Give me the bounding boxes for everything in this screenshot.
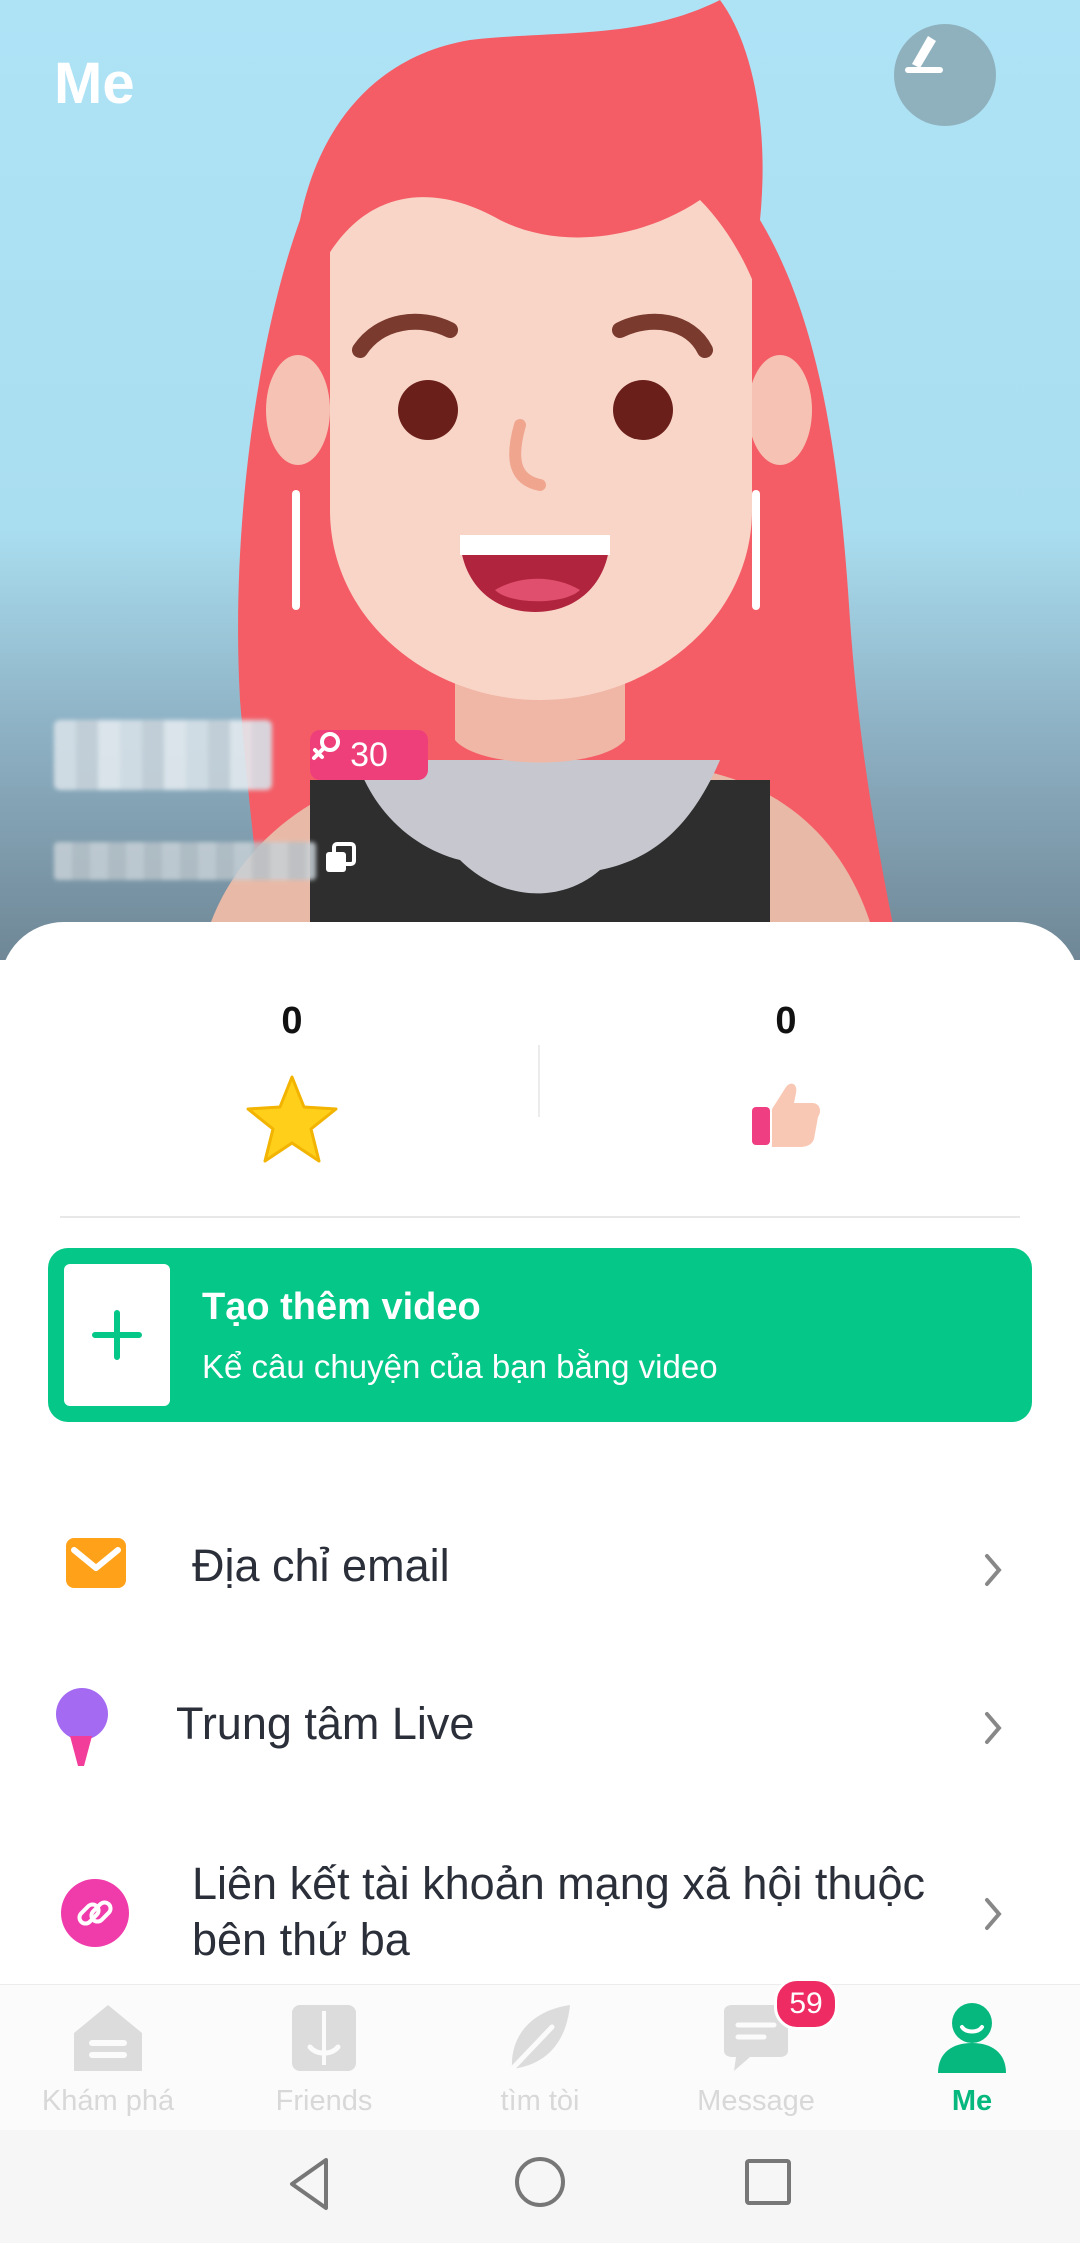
nav-label: tìm tòi (500, 2085, 580, 2117)
section-divider (60, 1216, 1020, 1218)
level-value: 30 (350, 735, 388, 774)
bottom-navigation: Khám phá Friends tìm tòi Message Me (0, 1984, 1080, 2131)
nav-label: Friends (275, 2085, 373, 2117)
stat-likes[interactable]: 0 (686, 1000, 886, 1158)
level-badge: 30 (310, 730, 428, 780)
add-video-box (64, 1264, 170, 1406)
menu-item-email[interactable]: Địa chỉ email (0, 1520, 1080, 1620)
menu-item-label-line1: Liên kết tài khoản mạng xã hội thuộc (192, 1858, 925, 1909)
nav-label: Khám phá (41, 2085, 175, 2117)
email-icon (66, 1538, 126, 1588)
menu-item-label-line2: bên thứ ba (192, 1914, 410, 1965)
nav-label: Message (697, 2085, 815, 2117)
message-badge: 59 (774, 1978, 838, 2030)
create-video-subtitle: Kể câu chuyện của bạn bằng video (202, 1348, 718, 1385)
chevron-right-icon (985, 1898, 1002, 1930)
stars-count: 0 (281, 1000, 303, 1042)
stat-stars[interactable]: 0 (192, 1000, 392, 1174)
menu-item-link-social[interactable]: Liên kết tài khoản mạng xã hội thuộc bên… (0, 1850, 1080, 1980)
microphone-icon (56, 1688, 108, 1766)
edit-profile-button[interactable] (894, 24, 996, 126)
home-circle-icon[interactable] (512, 2154, 568, 2210)
profile-cover: Me 30 (0, 0, 1080, 960)
female-symbol-icon (312, 732, 340, 760)
chevron-right-icon (985, 1554, 1002, 1586)
star-icon (246, 1075, 338, 1163)
back-icon[interactable] (282, 2154, 338, 2214)
friends-icon (292, 2005, 356, 2071)
page-title: Me (54, 51, 135, 116)
home-icon (74, 2005, 142, 2071)
plus-icon (92, 1310, 142, 1360)
create-video-title: Tạo thêm video (202, 1286, 481, 1328)
chevron-right-icon (985, 1712, 1002, 1744)
user-id-redacted (54, 842, 316, 880)
username-redacted (54, 720, 272, 790)
nav-me[interactable]: Me (864, 1985, 1080, 2131)
nav-friends[interactable]: Friends (216, 1985, 432, 2131)
menu-item-live-center[interactable]: Trung tâm Live (0, 1676, 1080, 1786)
nav-discover[interactable]: tìm tòi (432, 1985, 648, 2131)
stats-divider (538, 1045, 540, 1117)
nav-explore[interactable]: Khám phá (0, 1985, 216, 2131)
create-video-button[interactable]: Tạo thêm video Kể câu chuyện của bạn bằn… (48, 1248, 1032, 1422)
nav-label: Me (951, 2085, 993, 2117)
avatar-illustration (200, 0, 901, 960)
menu-item-label: Địa chỉ email (192, 1540, 450, 1591)
recents-icon[interactable] (742, 2156, 794, 2208)
likes-count: 0 (775, 1000, 797, 1042)
menu-item-label: Liên kết tài khoản mạng xã hội thuộc bên… (192, 1856, 925, 1968)
link-icon (61, 1879, 129, 1947)
profile-card (0, 922, 1080, 1982)
pencil-icon (905, 36, 943, 73)
profile-icon (938, 2003, 1006, 2073)
feather-icon (509, 2005, 570, 2072)
thumbs-up-icon (752, 1083, 820, 1147)
menu-item-label: Trung tâm Live (176, 1698, 475, 1749)
system-navigation-bar (0, 2130, 1080, 2243)
copy-icon (326, 842, 356, 872)
